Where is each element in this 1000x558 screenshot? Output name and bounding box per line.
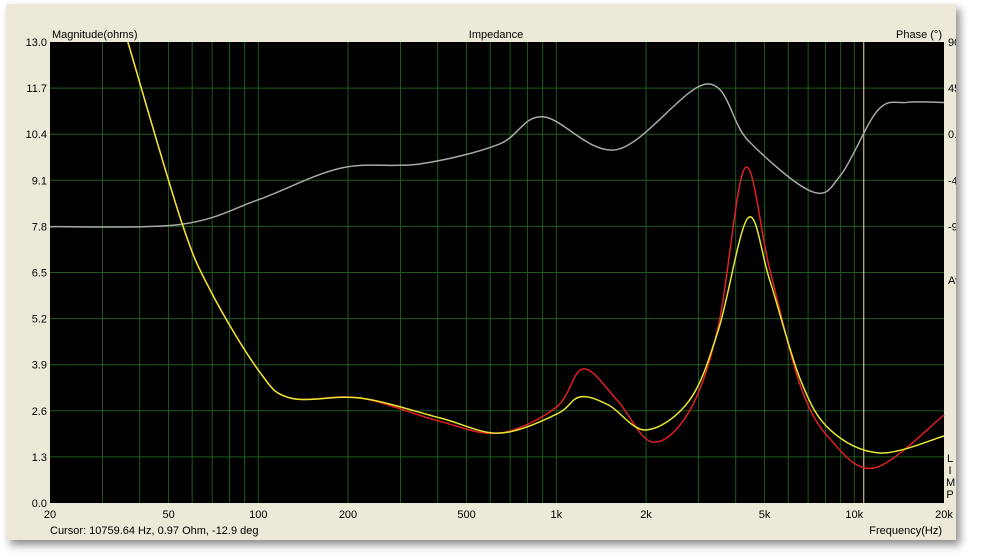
y-tick-label: 1.3 [32, 452, 47, 464]
y2-tick-label: -45.0 [948, 175, 956, 187]
y-tick-label: 2.6 [32, 406, 47, 418]
x-tick-label: 20k [935, 509, 953, 521]
x-tick-label: 20 [44, 509, 56, 521]
mode-label: LIMP [946, 453, 956, 501]
chart-title: Impedance [469, 29, 523, 41]
x-tick-label: 200 [339, 509, 357, 521]
y2-tick-label: -90.0 [948, 221, 956, 233]
chart-panel: 0.0 1.3 2.6 3.9 5.2 6.5 7.8 9.1 10.4 11.7 13.0 90.0… [6, 4, 956, 540]
x-tick-label: 5k [759, 509, 771, 521]
x-tick-label: 50 [162, 509, 174, 521]
y-tick-label: 11.7 [26, 83, 47, 95]
x-tick-label: 1k [550, 509, 562, 521]
x-axis-label: Frequency(Hz) [869, 525, 942, 537]
y2-axis-label: Phase (°) [896, 29, 942, 41]
y-axis-label: Magnitude(ohms) [52, 29, 138, 41]
avg-label: Avg:1 [948, 275, 956, 287]
y-tick-label: 6.5 [32, 268, 47, 280]
cursor-readout: Cursor: 10759.64 Hz, 0.97 Ohm, -12.9 deg [50, 525, 259, 537]
y-tick-label: 9.1 [32, 175, 47, 187]
x-tick-label: 500 [457, 509, 475, 521]
x-tick-label: 2k [640, 509, 652, 521]
x-tick-label: 10k [845, 509, 863, 521]
y2-tick-label: 90.0 [948, 37, 956, 49]
impedance-chart: 0.0 1.3 2.6 3.9 5.2 6.5 7.8 9.1 10.4 11.7 13.0 90.0… [26, 29, 956, 537]
y-tick-label: 10.4 [26, 129, 47, 141]
y-tick-label: 5.2 [32, 314, 47, 326]
x-tick-label: 100 [249, 509, 267, 521]
y-tick-label: 13.0 [26, 37, 47, 49]
y2-tick-label: 0.0 [948, 129, 956, 141]
y-tick-label: 7.8 [32, 221, 47, 233]
y-tick-label: 3.9 [32, 360, 47, 372]
y2-tick-label: 45.0 [948, 83, 956, 95]
